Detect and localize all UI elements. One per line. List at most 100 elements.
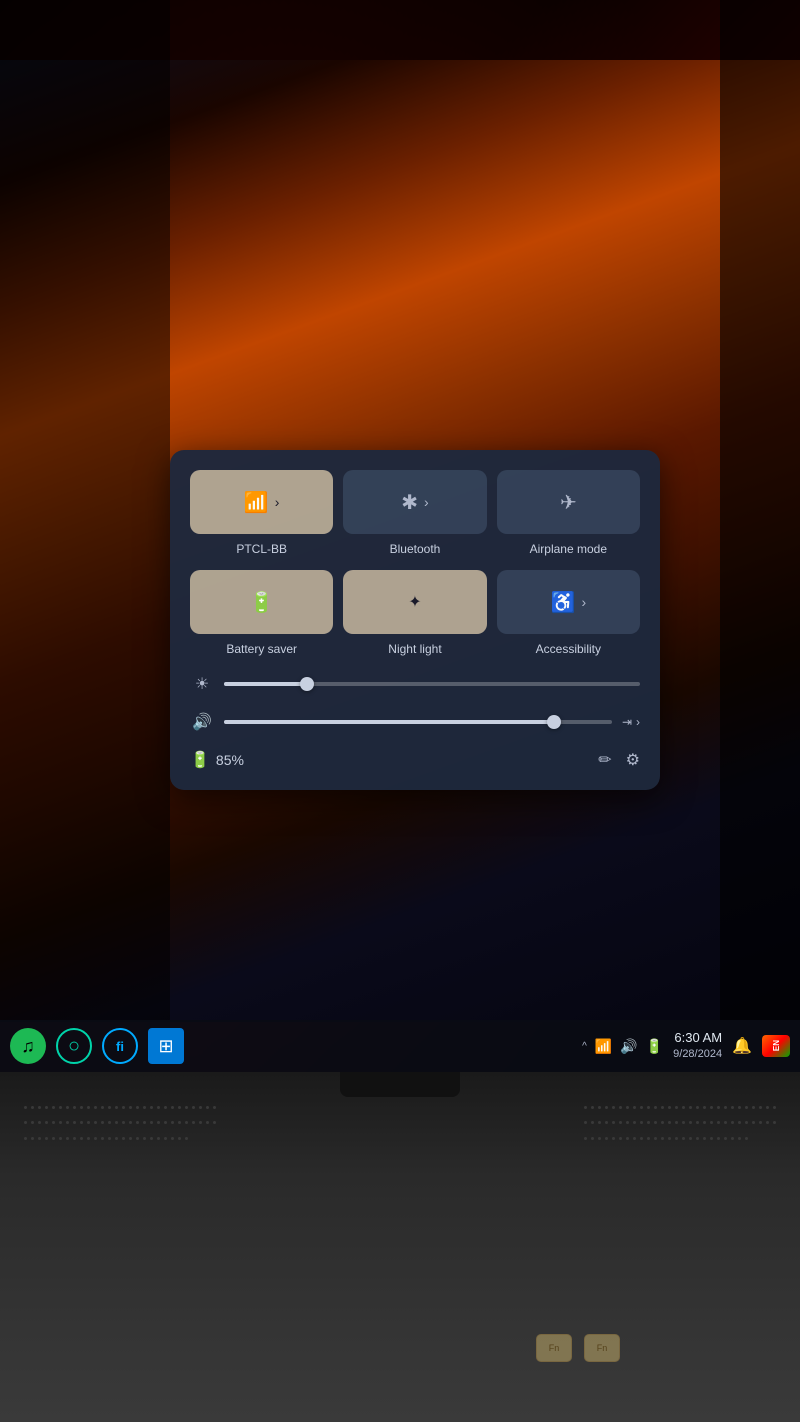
- speaker-dot: [647, 1121, 650, 1124]
- speaker-dot: [752, 1106, 755, 1109]
- speaker-dot: [724, 1121, 727, 1124]
- speaker-dot: [759, 1121, 762, 1124]
- clock[interactable]: 6:30 AM 9/28/2024: [673, 1030, 722, 1061]
- speaker-dot: [206, 1121, 209, 1124]
- fn-key-1-label: Fn: [549, 1343, 560, 1353]
- bluetooth-chevron-icon: ›: [424, 494, 429, 510]
- speaker-dot: [52, 1137, 55, 1140]
- notification-icon[interactable]: 🔔: [732, 1036, 752, 1056]
- quick-settings-labels-row-2: Battery saver Night light Accessibility: [190, 640, 640, 658]
- tray-battery-icon[interactable]: 🔋: [646, 1038, 663, 1055]
- wifi-chevron-icon: ›: [275, 494, 280, 510]
- quick-settings-labels-row-1: PTCL-BB Bluetooth Airplane mode: [190, 540, 640, 558]
- night-light-tile[interactable]: ✦: [343, 570, 486, 634]
- speaker-dot: [59, 1121, 62, 1124]
- speaker-dot: [647, 1106, 650, 1109]
- wifi-tile[interactable]: 📶 ›: [190, 470, 333, 534]
- taskbar-app-windows[interactable]: ⊞: [148, 1028, 184, 1064]
- speaker-dot: [745, 1106, 748, 1109]
- quick-settings-panel: 📶 › ✱ › ✈ PTCL-BB Bluetooth Airplane mod…: [170, 450, 660, 790]
- airplane-icon: ✈: [560, 490, 577, 515]
- speaker-dot: [213, 1106, 216, 1109]
- fi-icon: fi: [116, 1039, 124, 1054]
- speaker-dot: [157, 1137, 160, 1140]
- accessibility-chevron-icon: ›: [581, 594, 586, 610]
- speaker-dot: [164, 1106, 167, 1109]
- speaker-dot: [717, 1137, 720, 1140]
- language-badge[interactable]: EN: [762, 1035, 790, 1057]
- speaker-dot: [591, 1137, 594, 1140]
- speaker-dot: [682, 1137, 685, 1140]
- brightness-thumb[interactable]: [300, 677, 314, 691]
- quick-settings-row-2: 🔋 ✦ ♿ ›: [190, 570, 640, 634]
- taskbar-app-circle[interactable]: ○: [56, 1028, 92, 1064]
- speaker-dot: [24, 1121, 27, 1124]
- speaker-dot: [136, 1121, 139, 1124]
- speaker-dot: [66, 1106, 69, 1109]
- clock-date: 9/28/2024: [673, 1047, 722, 1061]
- volume-fill: [224, 720, 554, 724]
- taskbar: ♫ ○ fi ⊞ ^ 📶 🔊 🔋 6:30 AM 9/28/2024 🔔 EN: [0, 1020, 800, 1072]
- speaker-dot: [101, 1137, 104, 1140]
- taskbar-apps: ♫ ○ fi ⊞: [10, 1028, 184, 1064]
- speaker-dot: [73, 1121, 76, 1124]
- speaker-dot: [668, 1137, 671, 1140]
- taskbar-app-spotify[interactable]: ♫: [10, 1028, 46, 1064]
- speaker-dot: [129, 1121, 132, 1124]
- speaker-dot: [703, 1106, 706, 1109]
- brightness-track[interactable]: [224, 682, 640, 686]
- speaker-dot: [171, 1137, 174, 1140]
- tray-wifi-icon[interactable]: 📶: [595, 1038, 612, 1055]
- speaker-dot: [38, 1121, 41, 1124]
- speaker-dot: [710, 1137, 713, 1140]
- accessibility-icon: ♿: [551, 590, 576, 615]
- speaker-dot: [605, 1137, 608, 1140]
- speaker-dot: [59, 1137, 62, 1140]
- battery-saver-tile[interactable]: 🔋: [190, 570, 333, 634]
- volume-slider-row: 🔊 ⇥ ›: [190, 712, 640, 732]
- tray-volume-icon[interactable]: 🔊: [620, 1038, 637, 1055]
- language-label: EN: [772, 1040, 781, 1051]
- speaker-dot: [626, 1137, 629, 1140]
- speaker-dot: [199, 1121, 202, 1124]
- accessibility-tile[interactable]: ♿ ›: [497, 570, 640, 634]
- speaker-dot: [192, 1121, 195, 1124]
- speaker-dot: [87, 1106, 90, 1109]
- volume-track[interactable]: [224, 720, 612, 724]
- taskbar-app-fi[interactable]: fi: [102, 1028, 138, 1064]
- quick-settings-actions: ✏ ⚙: [598, 750, 640, 770]
- speaker-dot: [45, 1121, 48, 1124]
- edit-icon[interactable]: ✏: [598, 750, 611, 770]
- speaker-dot: [178, 1121, 181, 1124]
- speaker-dot: [45, 1137, 48, 1140]
- speaker-dot: [115, 1106, 118, 1109]
- speaker-dot: [696, 1121, 699, 1124]
- fn-key-1[interactable]: Fn: [536, 1334, 572, 1362]
- speaker-dot: [101, 1121, 104, 1124]
- volume-thumb[interactable]: [547, 715, 561, 729]
- sliders-container: ☀ 🔊 ⇥ ›: [190, 674, 640, 732]
- speaker-dot: [94, 1121, 97, 1124]
- brightness-slider-row: ☀: [190, 674, 640, 694]
- speaker-dot: [612, 1121, 615, 1124]
- brightness-fill: [224, 682, 307, 686]
- brightness-icon: ☀: [190, 674, 214, 694]
- speaker-dot: [619, 1137, 622, 1140]
- battery-saver-icon: 🔋: [249, 590, 274, 615]
- spotify-icon: ♫: [21, 1036, 35, 1057]
- speaker-dot: [689, 1121, 692, 1124]
- speaker-dot: [584, 1137, 587, 1140]
- speaker-dot: [696, 1137, 699, 1140]
- speaker-dot: [87, 1137, 90, 1140]
- speaker-dot: [164, 1137, 167, 1140]
- speaker-dot: [703, 1137, 706, 1140]
- battery-icon: 🔋: [190, 750, 210, 770]
- bluetooth-tile[interactable]: ✱ ›: [343, 470, 486, 534]
- speaker-dot: [640, 1106, 643, 1109]
- airplane-tile[interactable]: ✈: [497, 470, 640, 534]
- volume-end[interactable]: ⇥ ›: [622, 715, 640, 729]
- settings-icon[interactable]: ⚙: [626, 750, 640, 770]
- speaker-dot: [143, 1121, 146, 1124]
- tray-expand-icon[interactable]: ^: [582, 1041, 587, 1052]
- fn-key-2[interactable]: Fn: [584, 1334, 620, 1362]
